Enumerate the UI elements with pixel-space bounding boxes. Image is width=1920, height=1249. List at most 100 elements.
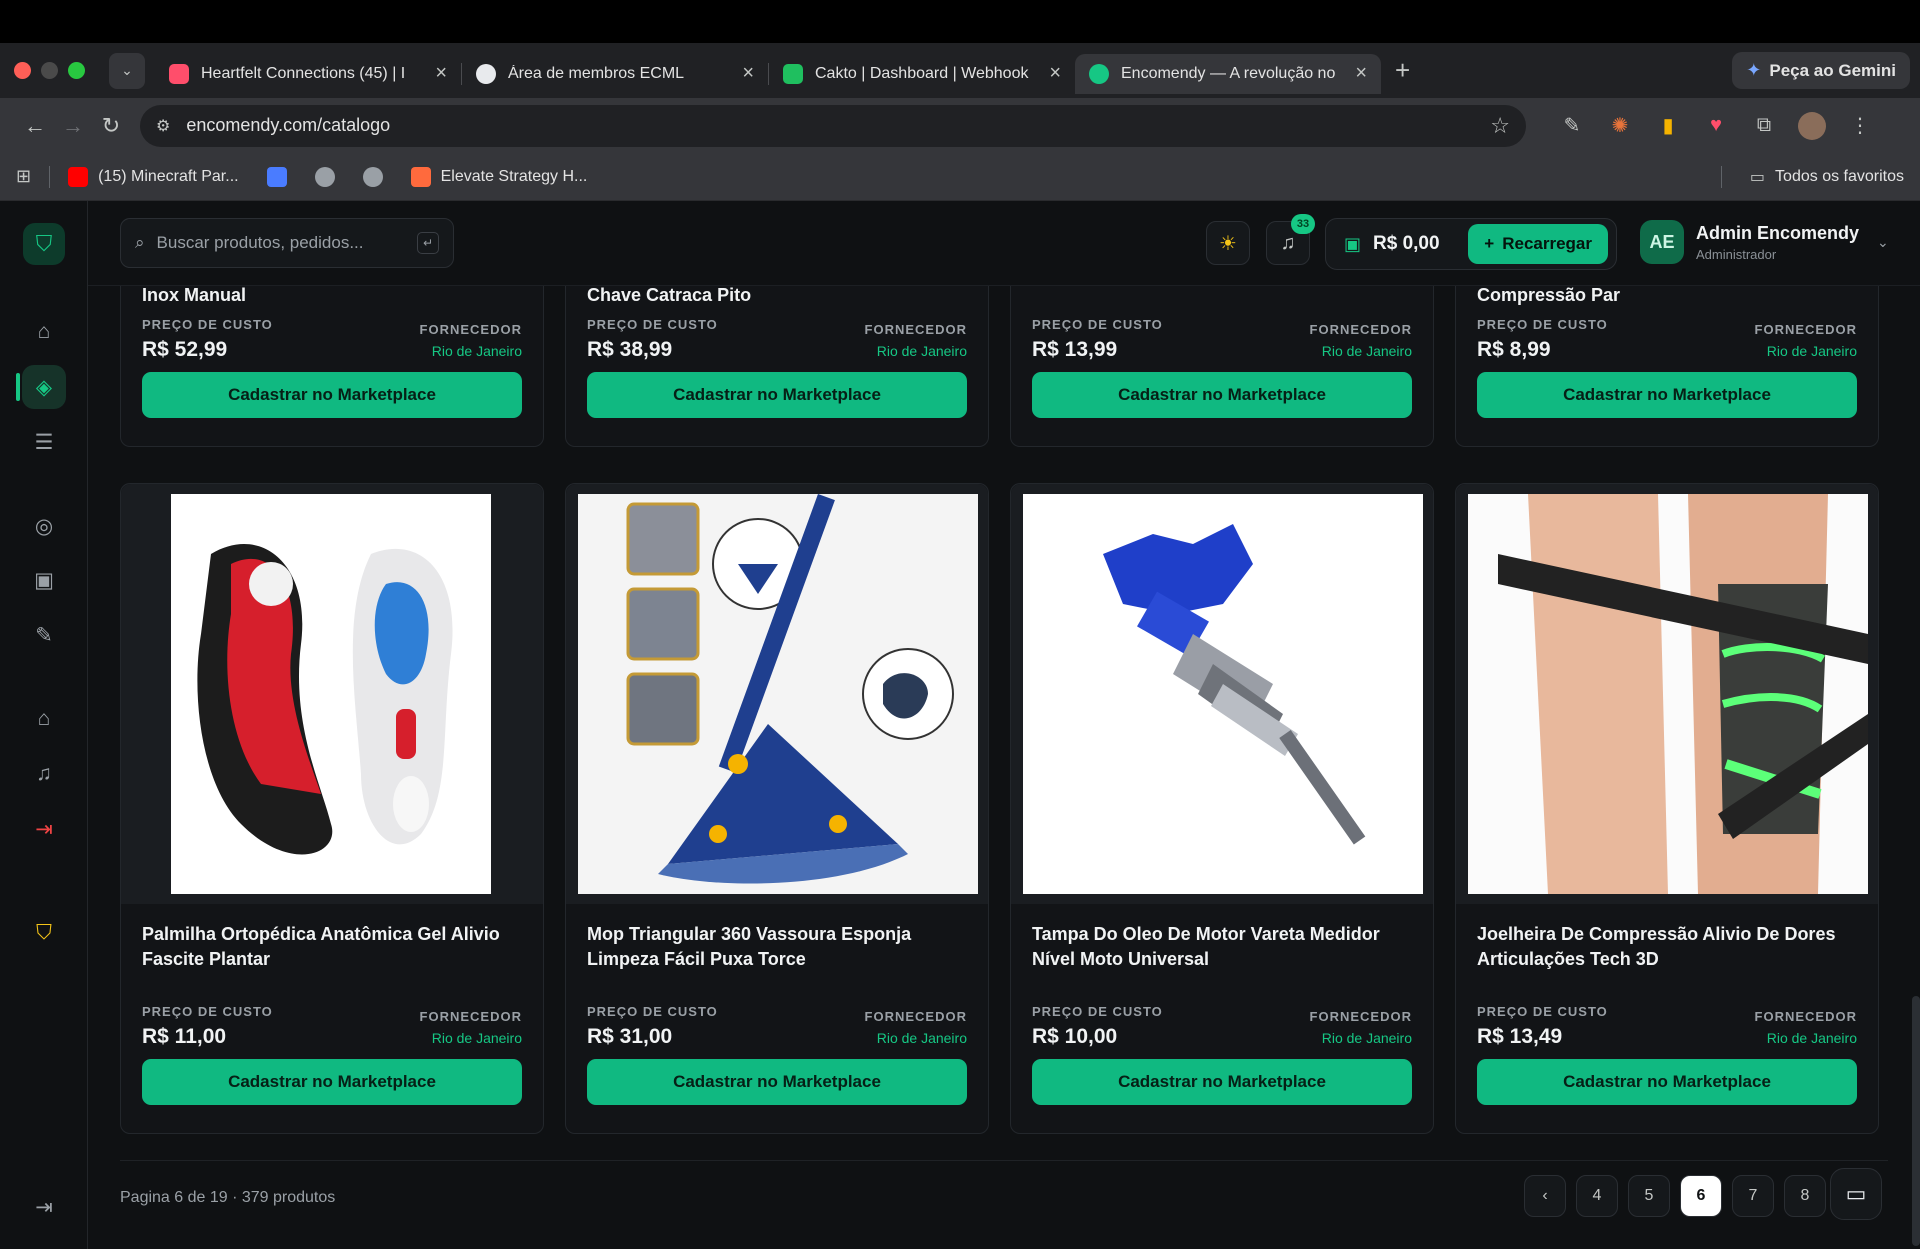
page-button[interactable]: 7 <box>1732 1175 1774 1217</box>
browser-tab[interactable]: Heartfelt Connections (45) | I × <box>155 54 461 94</box>
layers-icon: ◈ <box>35 375 53 399</box>
cost-price-label: PREÇO DE CUSTO <box>1032 1004 1163 1019</box>
product-card[interactable]: Joelheira De Compressão Alivio De Dores … <box>1455 483 1879 1134</box>
supplier-label: FORNECEDOR <box>1309 322 1412 337</box>
sidebar: ⛉ ⌂ ◈ ☰ ◎ ▣ ✎ ⌂ ♫ ⇥ ⛉ ⇥ <box>0 201 88 1249</box>
chevron-left-icon: ‹ <box>1542 1187 1548 1204</box>
register-marketplace-button[interactable]: Cadastrar no Marketplace <box>1032 372 1412 418</box>
url-text[interactable]: encomendy.com/catalogo <box>186 115 1490 136</box>
enter-key-icon: ↵ <box>417 232 439 254</box>
product-card: Chave Catraca Pito PREÇO DE CUSTO R$ 38,9… <box>565 286 989 447</box>
bookmark-item[interactable] <box>314 166 335 187</box>
apps-grid-icon[interactable]: ⊞ <box>16 166 31 187</box>
all-bookmarks[interactable]: ▭ Todos os favoritos <box>1703 165 1904 188</box>
close-tab-icon[interactable]: × <box>435 62 447 85</box>
claude-extension-icon[interactable]: ✺ <box>1606 113 1634 138</box>
hand-extension-icon[interactable]: ▮ <box>1654 113 1682 138</box>
page-button-current[interactable]: 6 <box>1680 1175 1722 1217</box>
close-window-button[interactable] <box>14 62 31 79</box>
product-name[interactable]: Joelheira De Compressão Alivio De Dores … <box>1477 922 1857 972</box>
previous-page-button[interactable]: ‹ <box>1524 1175 1566 1217</box>
sidebar-item-wallet[interactable]: ▣ <box>22 558 66 602</box>
supplier-label: FORNECEDOR <box>1754 322 1857 337</box>
scrollbar[interactable] <box>1912 996 1920 1246</box>
product-name[interactable]: Mop Triangular 360 Vassoura Esponja Limp… <box>587 922 967 972</box>
product-image[interactable] <box>578 493 978 894</box>
sidebar-item-academy[interactable]: ⌂ <box>22 697 66 741</box>
close-tab-icon[interactable]: × <box>742 62 754 85</box>
heart-extension-icon[interactable]: ♥ <box>1702 114 1730 137</box>
url-bar[interactable]: ⚙ encomendy.com/catalogo ☆ <box>140 104 1526 147</box>
register-marketplace-button[interactable]: Cadastrar no Marketplace <box>1477 372 1857 418</box>
close-tab-icon[interactable]: × <box>1049 62 1061 85</box>
browser-tab[interactable]: Área de membros ECML × <box>462 54 768 94</box>
bookmark-item[interactable] <box>266 166 287 187</box>
register-marketplace-button[interactable]: Cadastrar no Marketplace <box>1032 1059 1412 1105</box>
tab-title: Área de membros ECML <box>508 64 685 82</box>
list-icon: ☰ <box>34 430 54 454</box>
sidebar-item-tools[interactable]: ✎ <box>22 613 66 657</box>
gemini-button[interactable]: ✦ Peça ao Gemini <box>1732 52 1910 89</box>
minimize-window-button[interactable] <box>41 62 58 79</box>
register-marketplace-button[interactable]: Cadastrar no Marketplace <box>142 1059 522 1105</box>
theme-toggle-button[interactable]: ☀ <box>1206 221 1250 265</box>
balance-value: R$ 0,00 <box>1373 233 1440 254</box>
supplier-value: Rio de Janeiro <box>1766 1030 1857 1046</box>
product-card[interactable]: Palmilha Ortopédica Anatômica Gel Alivio… <box>120 483 544 1134</box>
bookmark-item[interactable]: Elevate Strategy H... <box>410 166 587 187</box>
tab-search-button[interactable]: ⌄ <box>109 52 145 89</box>
new-tab-icon[interactable]: + <box>1395 55 1410 86</box>
catalog-grid: Inox Manual PREÇO DE CUSTO R$ 52,99 FORNE… <box>88 286 1920 1249</box>
sidebar-item-exit-red[interactable]: ⇥ <box>22 807 66 851</box>
tab-favicon-icon <box>169 63 189 84</box>
browser-tab-active[interactable]: Encomendy — A revolução no × <box>1075 53 1381 94</box>
sidebar-item-catalog[interactable]: ◈ <box>16 365 66 409</box>
product-card[interactable]: Tampa Do Oleo De Motor Vareta Medidor Ní… <box>1010 483 1434 1134</box>
sidebar-item-home[interactable]: ⌂ <box>22 310 66 354</box>
folder-icon: ▭ <box>1749 168 1766 186</box>
register-marketplace-button[interactable]: Cadastrar no Marketplace <box>587 1059 967 1105</box>
sidebar-item-support[interactable]: ♫ <box>22 752 66 796</box>
bookmark-star-icon[interactable]: ☆ <box>1490 113 1510 139</box>
user-menu[interactable]: AE Admin Encomendy Administrador ⌄ <box>1640 220 1889 264</box>
page-button[interactable]: 4 <box>1576 1175 1618 1217</box>
pen-extension-icon[interactable]: ✎ <box>1558 113 1586 138</box>
bell-icon: ♫ <box>1280 231 1296 254</box>
search-input[interactable]: ⌕ Buscar produtos, pedidos... ↵ <box>120 218 454 268</box>
page-button[interactable]: 5 <box>1628 1175 1670 1217</box>
product-name: Compressão Par <box>1477 286 1621 305</box>
product-price: R$ 31,00 <box>587 1025 673 1048</box>
forward-arrow-icon[interactable]: → <box>54 113 92 139</box>
sidebar-item-logout[interactable]: ⇥ <box>22 1185 66 1229</box>
reload-icon[interactable]: ↻ <box>92 113 130 139</box>
product-image[interactable] <box>1468 494 1868 894</box>
product-name[interactable]: Tampa Do Oleo De Motor Vareta Medidor Ní… <box>1032 922 1412 972</box>
bookmark-item[interactable] <box>362 166 383 187</box>
register-marketplace-button[interactable]: Cadastrar no Marketplace <box>1477 1059 1857 1105</box>
close-tab-icon[interactable]: × <box>1355 62 1367 85</box>
more-menu-icon[interactable]: ⋮ <box>1846 113 1874 138</box>
sidebar-item-admin[interactable]: ⛉ <box>22 911 66 955</box>
search-placeholder[interactable]: Buscar produtos, pedidos... <box>157 233 417 253</box>
notifications-button[interactable]: ♫ 33 <box>1266 214 1315 265</box>
maximize-window-button[interactable] <box>68 62 85 79</box>
sidebar-item-orders[interactable]: ☰ <box>22 420 66 464</box>
register-marketplace-button[interactable]: Cadastrar no Marketplace <box>587 372 967 418</box>
back-arrow-icon[interactable]: ← <box>16 113 54 139</box>
product-name[interactable]: Palmilha Ortopédica Anatômica Gel Alivio… <box>142 922 522 972</box>
recharge-button[interactable]: + Recarregar <box>1468 224 1608 264</box>
site-settings-icon[interactable]: ⚙ <box>156 116 170 136</box>
bookmark-item[interactable]: (15) Minecraft Par... <box>68 166 239 187</box>
chevron-down-icon: ⌄ <box>1877 233 1889 250</box>
product-image[interactable] <box>1023 494 1423 894</box>
sidebar-item-globe[interactable]: ◎ <box>22 504 66 548</box>
chat-button[interactable]: ▭ <box>1830 1168 1882 1220</box>
product-image[interactable] <box>171 494 491 894</box>
browser-tab[interactable]: Cakto | Dashboard | Webhook × <box>769 54 1075 94</box>
page-button[interactable]: 8 <box>1784 1175 1826 1217</box>
profile-avatar[interactable] <box>1798 111 1826 140</box>
product-card[interactable]: Mop Triangular 360 Vassoura Esponja Limp… <box>565 483 989 1134</box>
encomendy-logo[interactable]: ⛉ <box>23 223 65 265</box>
puzzle-icon[interactable]: ⧉ <box>1750 114 1778 137</box>
register-marketplace-button[interactable]: Cadastrar no Marketplace <box>142 372 522 418</box>
